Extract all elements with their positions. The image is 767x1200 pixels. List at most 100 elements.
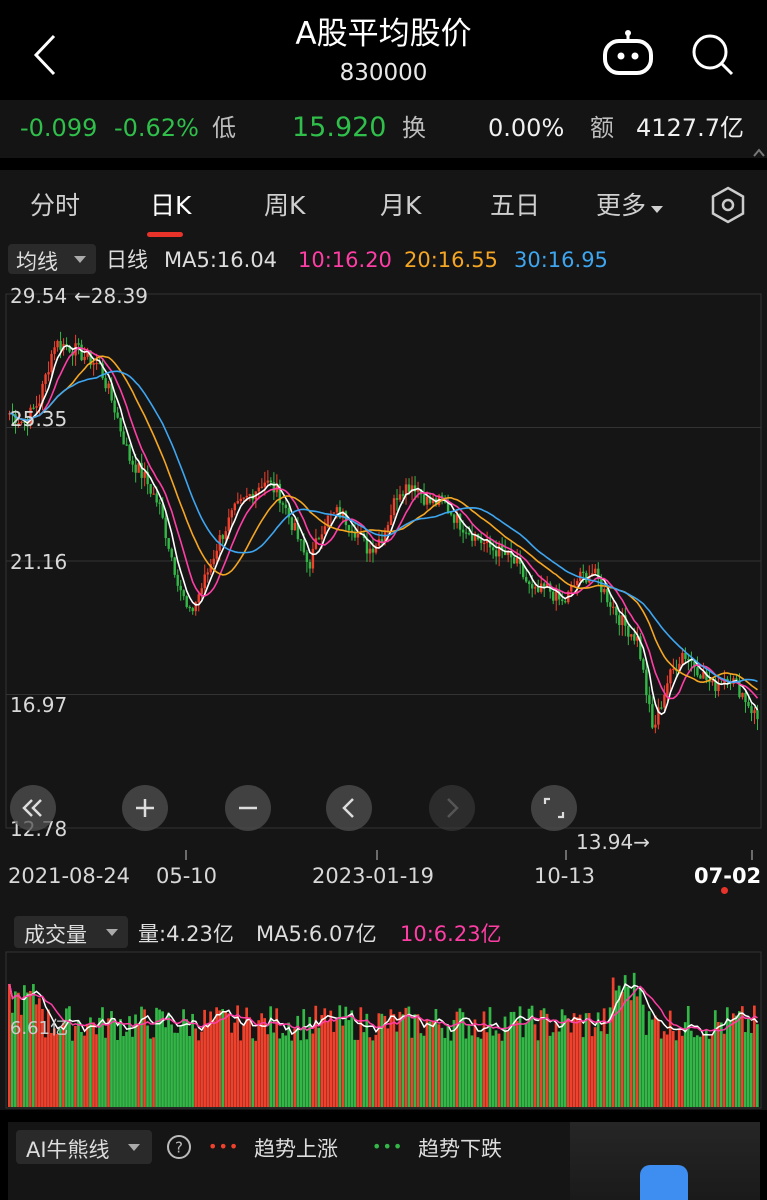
candle-body	[320, 534, 324, 540]
volume-value: 量:4.23亿	[138, 922, 234, 946]
volume-bar	[365, 1013, 369, 1107]
volume-bar	[116, 1039, 119, 1107]
candle-body	[389, 515, 393, 526]
volume-bar	[563, 1015, 567, 1107]
candle-body	[552, 591, 555, 601]
volume-bar	[371, 1040, 375, 1107]
volume-bar	[329, 1010, 333, 1107]
volume-bar	[656, 1019, 660, 1107]
volume-bar	[170, 1024, 173, 1107]
candle-body	[576, 580, 579, 586]
candle-body	[125, 444, 128, 446]
amount-value: 4127.7亿	[636, 114, 744, 142]
prev-button[interactable]	[326, 785, 372, 831]
candle-body	[95, 362, 98, 365]
volume-chart[interactable]	[0, 950, 767, 1110]
next-button[interactable]	[429, 785, 475, 831]
svg-text:?: ?	[175, 1139, 183, 1157]
volume-bar	[551, 1032, 555, 1107]
indicator-dropdown[interactable]: 均线	[8, 244, 96, 274]
settings-icon[interactable]	[708, 185, 748, 225]
volume-bar	[683, 1022, 687, 1107]
volume-bar	[680, 1035, 684, 1107]
candle-body	[92, 363, 95, 365]
volume-bar	[320, 1015, 324, 1107]
candle-body	[308, 561, 312, 569]
caret-down-icon	[651, 206, 664, 213]
volume-bar	[575, 1017, 579, 1107]
volume-bar	[194, 1028, 197, 1107]
volume-bar	[305, 1039, 309, 1107]
zoom-out-button[interactable]	[225, 785, 271, 831]
volume-bar	[554, 1022, 558, 1107]
search-icon[interactable]	[686, 28, 738, 80]
candle-body	[425, 496, 429, 505]
candle-body	[422, 494, 426, 505]
volume-bar	[527, 1008, 531, 1107]
tab-intraday[interactable]: 分时	[30, 186, 80, 222]
rewind-button[interactable]	[10, 785, 56, 831]
volume-bar	[290, 1040, 294, 1107]
ai-indicator-dropdown[interactable]: AI牛熊线	[16, 1130, 152, 1164]
help-icon[interactable]: ?	[166, 1134, 192, 1160]
candle-body	[371, 548, 375, 553]
candle-body	[452, 514, 456, 523]
max-price-marker: ←28.39	[74, 284, 149, 308]
volume-bar	[623, 975, 627, 1107]
candle-body	[753, 710, 756, 714]
candle-body	[461, 529, 465, 533]
zoom-in-button[interactable]	[122, 785, 168, 831]
volume-bar	[338, 1005, 342, 1107]
volume-bar	[407, 1006, 411, 1107]
volume-bar	[467, 1024, 471, 1107]
volume-dropdown-label: 成交量	[24, 923, 87, 947]
tab-daily-k[interactable]: 日K	[150, 186, 191, 222]
volume-bar	[587, 1013, 591, 1107]
ma20-value: 20:16.55	[404, 248, 498, 272]
candle-body	[582, 571, 585, 574]
candle-body	[221, 535, 224, 540]
candle-body	[104, 378, 107, 389]
robot-assistant-icon[interactable]	[600, 28, 656, 78]
volume-bar	[641, 1004, 645, 1107]
candle-body	[188, 606, 191, 609]
volume-bar	[362, 1032, 366, 1107]
candlestick-chart[interactable]	[0, 280, 767, 850]
volume-bar	[278, 1038, 282, 1107]
volume-bar	[404, 1007, 408, 1107]
volume-bar	[146, 1025, 149, 1107]
volume-bar	[653, 1015, 657, 1107]
tab-more[interactable]: 更多	[596, 186, 664, 222]
tab-monthly-k[interactable]: 月K	[380, 186, 421, 222]
volume-bar	[326, 1021, 330, 1107]
volume-bar	[425, 1020, 429, 1107]
volume-bar	[497, 1033, 501, 1107]
volume-bar	[695, 1035, 699, 1107]
candle-body	[335, 507, 339, 513]
volume-bar	[335, 1019, 339, 1107]
up-legend-dots: •••	[208, 1137, 240, 1156]
volume-bar	[629, 1000, 633, 1107]
candle-body	[645, 669, 648, 696]
volume-bar	[398, 1011, 402, 1107]
ma10-value: 10:16.20	[298, 248, 392, 272]
collapse-arrow-icon[interactable]	[752, 146, 767, 158]
volume-bar	[323, 1008, 327, 1107]
volume-bar	[209, 1011, 212, 1107]
tab-five-day[interactable]: 五日	[490, 186, 540, 222]
volume-bar	[659, 1038, 663, 1107]
candle-body	[83, 356, 86, 361]
candle-body	[182, 590, 185, 597]
volume-bar	[482, 1011, 486, 1107]
volume-indicator-dropdown[interactable]: 成交量	[14, 916, 128, 948]
volume-bar	[152, 1037, 155, 1107]
volume-bar	[167, 1012, 170, 1107]
volume-bar	[728, 1019, 732, 1107]
caret-down-icon	[74, 256, 86, 263]
candle-body	[606, 588, 609, 603]
candle-body	[284, 504, 288, 509]
candle-body	[281, 503, 285, 505]
tab-weekly-k[interactable]: 周K	[264, 186, 305, 222]
fullscreen-button[interactable]	[531, 785, 577, 831]
volume-bar	[128, 1016, 131, 1107]
